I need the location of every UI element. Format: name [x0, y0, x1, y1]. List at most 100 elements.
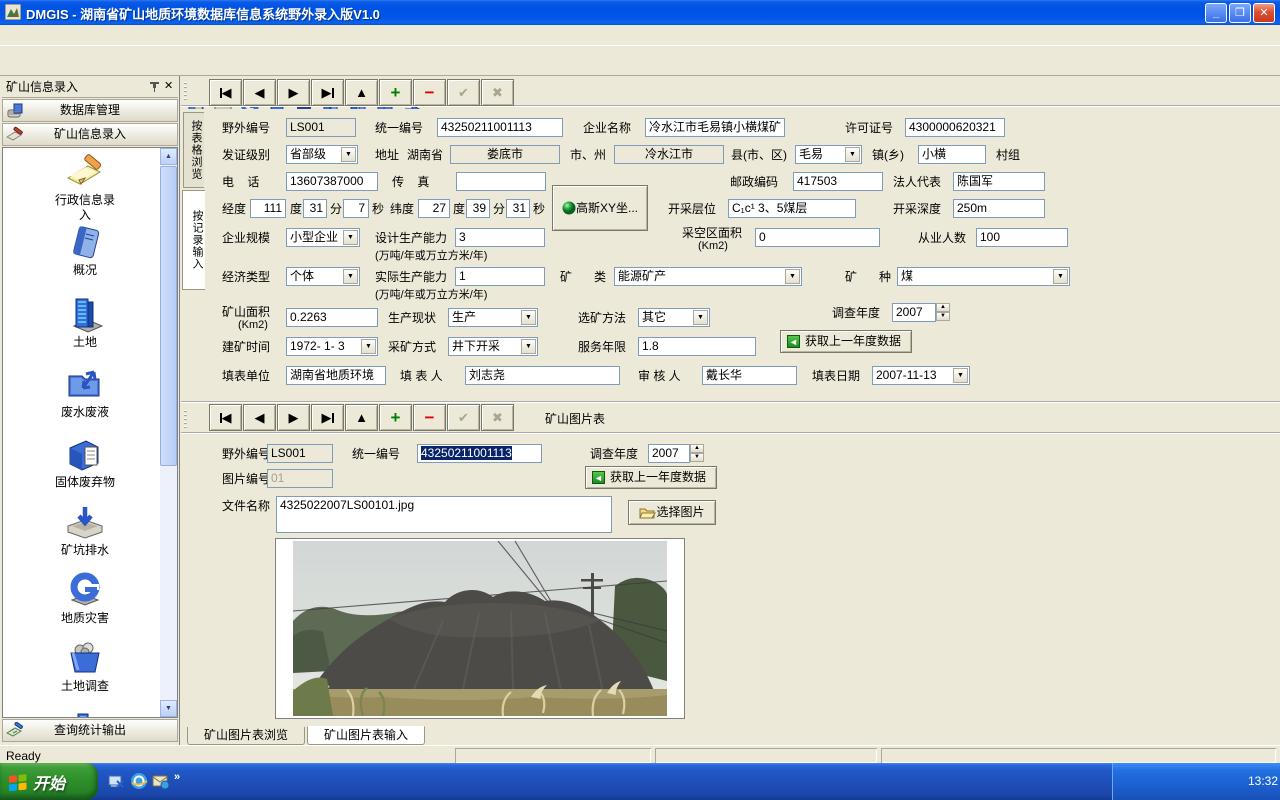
service-life-input[interactable]: 1.8: [638, 337, 756, 356]
sidebar-item-geo-hazard[interactable]: 地质灾害: [5, 572, 165, 626]
chevron-down-icon[interactable]: ▼: [521, 310, 536, 325]
legal-rep-input[interactable]: 陈国军: [953, 172, 1045, 191]
nav2-post-button[interactable]: ✔: [447, 404, 480, 431]
fetch-prev-year-button-1[interactable]: ◄获取上一年度数据: [780, 330, 912, 353]
postcode-input[interactable]: 417503: [793, 172, 883, 191]
choose-picture-button[interactable]: 选择图片: [628, 500, 716, 525]
nav1-up-button[interactable]: ▲: [345, 79, 378, 106]
spin-down-icon[interactable]: ▼: [690, 453, 704, 462]
fill-date-select[interactable]: 2007-11-13▼: [872, 366, 970, 385]
prod-status-select[interactable]: 生产▼: [448, 308, 538, 327]
photo-no-input[interactable]: 01: [267, 469, 333, 488]
actual-capacity-input[interactable]: 1: [455, 267, 545, 286]
survey-year-input[interactable]: 2007: [892, 303, 936, 322]
sidebar-item-overview[interactable]: 概况: [5, 224, 165, 278]
chevron-down-icon[interactable]: ▼: [341, 147, 356, 162]
nav1-first-button[interactable]: ◀: [209, 79, 242, 106]
fetch-prev-year-button-2[interactable]: ◄获取上一年度数据: [585, 466, 717, 489]
town-input[interactable]: 小横: [918, 145, 986, 164]
nav1-delete-button[interactable]: −: [413, 79, 446, 106]
goaf-area-input[interactable]: 0: [755, 228, 880, 247]
fill-unit-input[interactable]: 湖南省地质环境: [286, 366, 386, 385]
chevron-down-icon[interactable]: ▼: [845, 147, 860, 162]
nav1-post-button[interactable]: ✔: [447, 79, 480, 106]
nav1-last-button[interactable]: ▶: [311, 79, 344, 106]
sidebar-item-land[interactable]: 土地: [5, 296, 165, 350]
county-select[interactable]: 毛易▼: [795, 145, 862, 164]
sidebar-group-database[interactable]: 数据库管理: [2, 99, 178, 122]
design-capacity-input[interactable]: 3: [455, 228, 545, 247]
chevron-down-icon[interactable]: ▼: [1053, 269, 1068, 284]
survey-year-spinner[interactable]: ▲▼: [936, 303, 950, 322]
city2-input[interactable]: 冷水江市: [614, 145, 724, 164]
workers-input[interactable]: 100: [976, 228, 1068, 247]
quicklaunch-desktop-icon[interactable]: [108, 773, 125, 790]
photo-survey-year-input[interactable]: 2007: [648, 444, 690, 463]
restore-button[interactable]: ❐: [1229, 3, 1251, 23]
gauss-xy-button[interactable]: 高斯XY坐...: [552, 185, 648, 231]
nav2-next-button[interactable]: ▶: [277, 404, 310, 431]
latitude-sec-input[interactable]: 31: [506, 199, 530, 218]
scale-select[interactable]: 小型企业▼: [286, 228, 360, 247]
scroll-down-icon[interactable]: ▼: [160, 700, 177, 717]
sidebar-item-wastewater[interactable]: 废水废液: [5, 366, 165, 420]
latitude-deg-input[interactable]: 27: [418, 199, 450, 218]
economy-select[interactable]: 个体▼: [286, 267, 360, 286]
mining-depth-input[interactable]: 250m: [953, 199, 1045, 218]
chevron-down-icon[interactable]: ▼: [693, 310, 708, 325]
pin-icon[interactable]: [148, 80, 161, 93]
quicklaunch-mail-icon[interactable]: [152, 772, 170, 790]
spin-down-icon[interactable]: ▼: [936, 312, 950, 321]
chevron-down-icon[interactable]: ▼: [521, 339, 536, 354]
sidebar-item-solid-waste[interactable]: 固体废弃物: [5, 436, 165, 490]
field-no-input[interactable]: LS001: [286, 118, 356, 137]
chevron-down-icon[interactable]: ▼: [361, 339, 376, 354]
chevron-down-icon[interactable]: ▼: [785, 269, 800, 284]
sidebar-item-partial[interactable]: [5, 706, 165, 718]
sidebar-scrollbar[interactable]: ▲ ▼: [160, 148, 177, 717]
tab-photo-browse[interactable]: 矿山图片表浏览: [187, 727, 305, 745]
nav1-next-button[interactable]: ▶: [277, 79, 310, 106]
nav2-first-button[interactable]: ◀: [209, 404, 242, 431]
photo-unified-no-input[interactable]: 43250211001113: [417, 444, 542, 463]
mining-horizon-input[interactable]: C₁c¹ 3、5煤层: [728, 199, 856, 218]
sidebar-item-admin-entry[interactable]: 行政信息录入: [5, 154, 165, 223]
tab-record-input[interactable]: 按记录输入: [182, 190, 205, 290]
longitude-sec-input[interactable]: 7: [343, 199, 369, 218]
company-input[interactable]: 冷水江市毛易镇小横煤矿: [645, 118, 785, 137]
nav2-last-button[interactable]: ▶: [311, 404, 344, 431]
cert-level-select[interactable]: 省部级▼: [286, 145, 358, 164]
start-button[interactable]: 开始: [0, 763, 98, 800]
sidebar-item-land-survey[interactable]: 土地调查: [5, 640, 165, 694]
sidebar-close-icon[interactable]: ✕: [164, 79, 173, 92]
mine-area-input[interactable]: 0.2263: [286, 308, 378, 327]
unified-no-input[interactable]: 43250211001113: [437, 118, 563, 137]
tab-browse-grid[interactable]: 按表格浏览: [183, 112, 204, 188]
phone-input[interactable]: 13607387000: [286, 172, 378, 191]
nav1-prev-button[interactable]: ◀: [243, 79, 276, 106]
scroll-thumb[interactable]: [160, 166, 177, 466]
mining-mode-select[interactable]: 井下开采▼: [448, 337, 538, 356]
sidebar-group-query-output[interactable]: 查询统计输出: [2, 719, 178, 742]
build-date-select[interactable]: 1972- 1- 3▼: [286, 337, 378, 356]
spin-up-icon[interactable]: ▲: [936, 303, 950, 312]
chevron-down-icon[interactable]: ▼: [343, 269, 358, 284]
tab-photo-input[interactable]: 矿山图片表输入: [307, 726, 425, 745]
nav2-cancel-button[interactable]: ✖: [481, 404, 514, 431]
chevron-down-icon[interactable]: ▼: [953, 368, 968, 383]
latitude-min-input[interactable]: 39: [466, 199, 490, 218]
nav2-add-button[interactable]: +: [379, 404, 412, 431]
dressing-select[interactable]: 其它▼: [638, 308, 710, 327]
fill-person-input[interactable]: 刘志尧: [465, 366, 620, 385]
city-input[interactable]: 娄底市: [450, 145, 560, 164]
license-no-input[interactable]: 4300000620321: [905, 118, 1005, 137]
nav2-prev-button[interactable]: ◀: [243, 404, 276, 431]
longitude-min-input[interactable]: 31: [303, 199, 327, 218]
nav1-cancel-button[interactable]: ✖: [481, 79, 514, 106]
scroll-up-icon[interactable]: ▲: [160, 148, 177, 165]
photo-field-no-input[interactable]: LS001: [267, 444, 333, 463]
minimize-button[interactable]: _: [1205, 3, 1227, 23]
mine-kind-select[interactable]: 煤▼: [897, 267, 1070, 286]
quicklaunch-expand-icon[interactable]: »: [174, 771, 180, 783]
nav2-delete-button[interactable]: −: [413, 404, 446, 431]
